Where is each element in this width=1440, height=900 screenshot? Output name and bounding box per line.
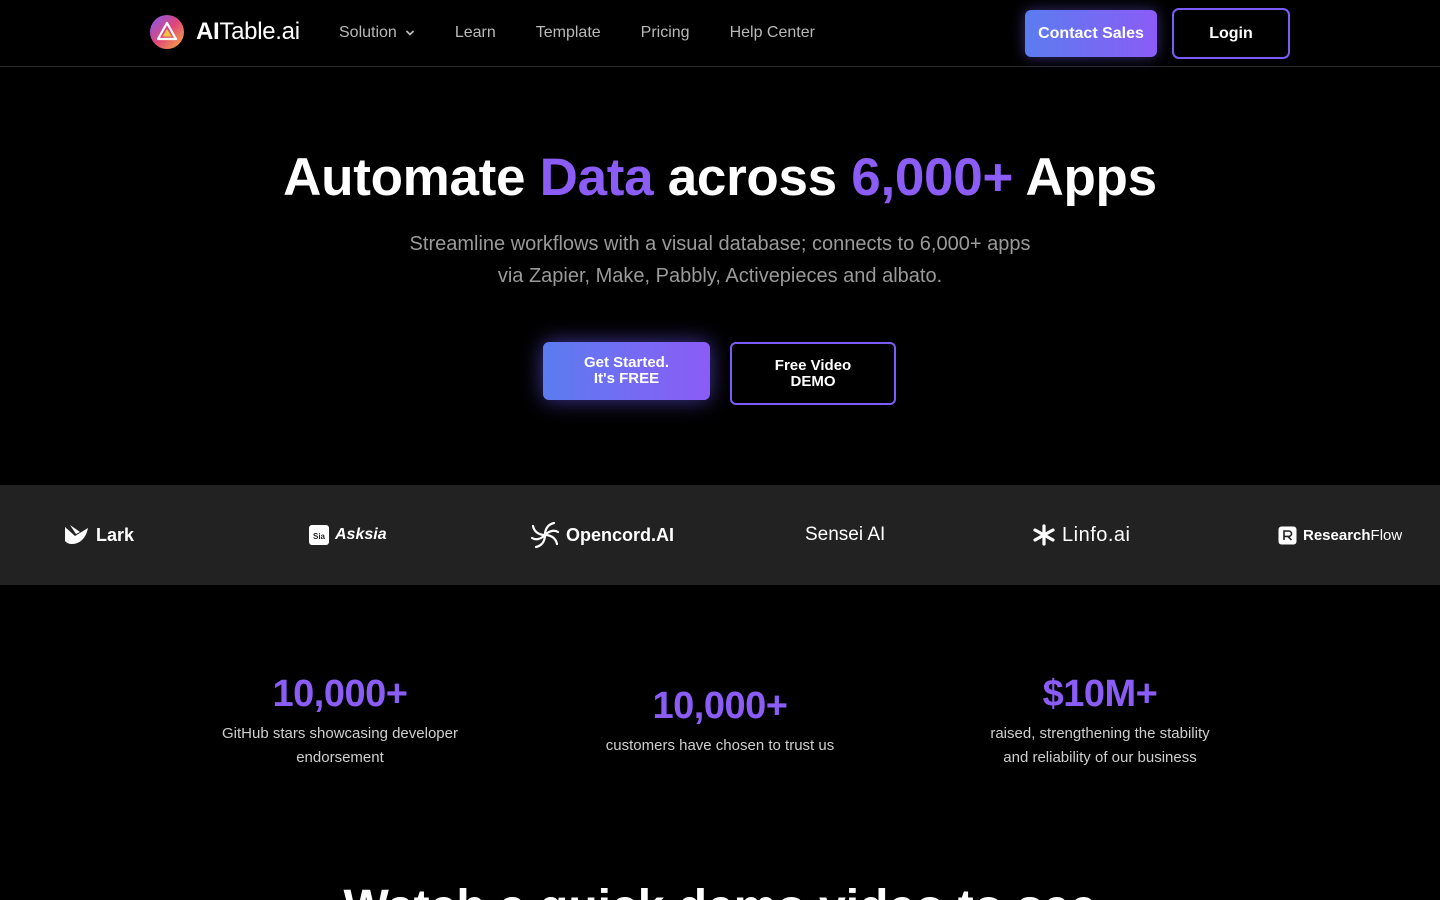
- partner-lark: Lark: [64, 485, 134, 585]
- nav-link-learn[interactable]: Learn: [455, 24, 496, 42]
- sia-badge-icon: Sia: [309, 525, 329, 545]
- nav-link-solution[interactable]: Solution: [339, 24, 415, 42]
- nav-link-pricing[interactable]: Pricing: [641, 24, 690, 42]
- aitable-logo-icon: [150, 15, 184, 49]
- hero-title-accent-count: 6,000+: [851, 148, 1014, 207]
- svg-text:Sia: Sia: [313, 532, 326, 541]
- contact-sales-button[interactable]: Contact Sales: [1025, 10, 1157, 57]
- chevron-down-icon: [405, 30, 414, 36]
- hero-title: Automate Data across 6,000+ Apps: [283, 148, 1157, 207]
- r-square-icon: [1278, 526, 1297, 544]
- partner-opencord: Opencord.AI: [530, 485, 674, 585]
- stat-github-stars: 10,000+ GitHub stars showcasing develope…: [190, 672, 490, 770]
- nav-link-solution-label: Solution: [339, 24, 397, 41]
- stat-value: 10,000+: [652, 685, 788, 727]
- login-button[interactable]: Login: [1172, 8, 1290, 59]
- hero-title-accent-data: Data: [539, 148, 654, 207]
- stat-value: $10M+: [1042, 673, 1158, 715]
- partner-logo-strip: Lark Sia Asksia Opencord.AI Sensei AI Li…: [0, 485, 1440, 585]
- stat-funding: $10M+ raised, strengthening the stabilit…: [950, 672, 1250, 770]
- stat-value: 10,000+: [272, 673, 408, 715]
- top-navigation: AITable.ai Solution Learn Template Prici…: [0, 0, 1440, 67]
- nav-links: Solution Learn Template Pricing Help Cen…: [339, 0, 815, 66]
- nav-link-template[interactable]: Template: [536, 24, 601, 42]
- spiral-icon: [530, 521, 560, 549]
- nav-link-help-center[interactable]: Help Center: [730, 24, 815, 42]
- partner-linfo: Linfo.ai: [1032, 485, 1131, 585]
- stat-description: raised, strengthening the stability and r…: [990, 725, 1210, 766]
- hero-subtitle: Streamline workflows with a visual datab…: [409, 233, 1031, 287]
- get-started-button[interactable]: Get Started. It's FREE: [543, 342, 710, 400]
- partner-sensei-ai: Sensei AI: [805, 524, 886, 545]
- partner-researchflow: ResearchFlow: [1278, 485, 1402, 585]
- lark-bird-icon: [65, 525, 88, 544]
- stat-description: GitHub stars showcasing developer endorse…: [222, 725, 458, 766]
- free-video-demo-button[interactable]: Free Video DEMO: [730, 342, 896, 405]
- demo-section-title: Watch a quick demo video to see: [0, 878, 1440, 900]
- aitable-logo[interactable]: AITable.ai: [150, 15, 300, 49]
- stat-customers: 10,000+ customers have chosen to trust u…: [570, 684, 870, 758]
- star-burst-icon: [1033, 524, 1055, 546]
- brand-name: AITable.ai: [196, 18, 300, 45]
- stat-description: customers have chosen to trust us: [605, 737, 835, 754]
- partner-asksia: Sia Asksia: [309, 485, 387, 585]
